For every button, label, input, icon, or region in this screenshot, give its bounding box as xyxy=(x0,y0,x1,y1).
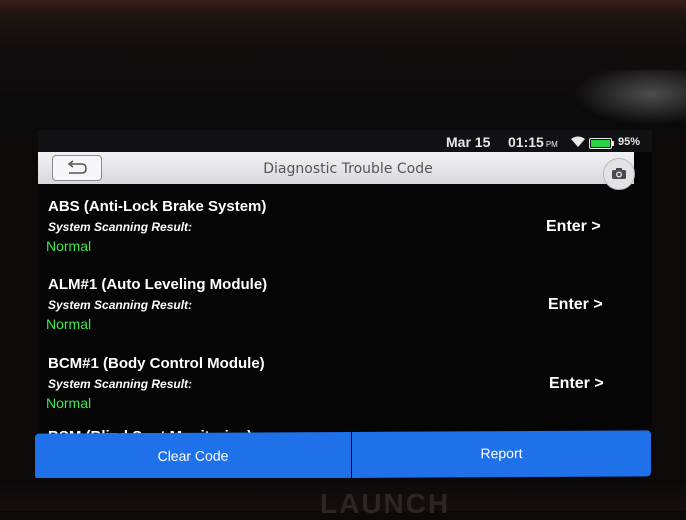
module-item: ABS (Anti-Lock Brake System) System Scan… xyxy=(38,198,634,276)
camera-icon xyxy=(612,168,626,179)
report-button[interactable]: Report xyxy=(352,430,651,478)
scan-result-status: Normal xyxy=(46,238,92,254)
snapshot-button[interactable] xyxy=(603,158,635,190)
scan-result-status: Normal xyxy=(46,395,92,411)
battery-icon xyxy=(589,136,615,152)
device-brand-logo: LAUNCH xyxy=(320,488,451,519)
title-bar: Diagnostic Trouble Code xyxy=(38,152,634,184)
page-title: Diagnostic Trouble Code xyxy=(263,161,433,177)
action-bar: Clear Code Report xyxy=(35,430,651,480)
scan-result-label: System Scanning Result: xyxy=(48,298,193,312)
module-name: BCM#1 (Body Control Module) xyxy=(48,355,265,372)
enter-button[interactable]: Enter > xyxy=(549,375,604,393)
status-time: 01:15 PM xyxy=(508,134,558,150)
status-ampm: PM xyxy=(545,140,558,149)
module-item: ALM#1 (Auto Leveling Module) System Scan… xyxy=(38,276,634,354)
module-name: ABS (Anti-Lock Brake System) xyxy=(48,198,267,215)
enter-button[interactable]: Enter > xyxy=(548,296,603,314)
wifi-icon xyxy=(570,135,586,151)
scan-result-label: System Scanning Result: xyxy=(48,377,193,391)
scan-result-status: Normal xyxy=(46,316,92,332)
enter-button[interactable]: Enter > xyxy=(546,218,601,236)
screen-glare xyxy=(560,70,686,130)
scan-result-label: System Scanning Result: xyxy=(48,220,193,234)
module-name: ALM#1 (Auto Leveling Module) xyxy=(48,276,268,293)
clear-code-button[interactable]: Clear Code xyxy=(35,431,351,480)
device-screen: Mar 15 01:15 PM 95% Diagnostic Trouble Co… xyxy=(38,130,652,478)
status-date: Mar 15 xyxy=(446,134,491,150)
status-bar: Mar 15 01:15 PM 95% xyxy=(38,130,652,152)
battery-percent: 95% xyxy=(618,136,641,148)
module-item: BCM#1 (Body Control Module) System Scann… xyxy=(38,355,634,433)
